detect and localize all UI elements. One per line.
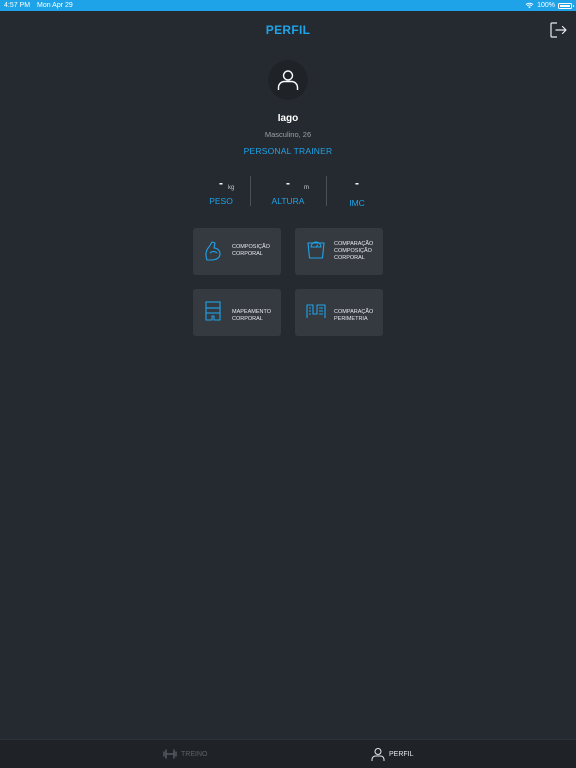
metric-label: IMC: [349, 198, 365, 208]
muscle-arm-icon: [205, 241, 221, 261]
card-composicao-corporal[interactable]: COMPOSIÇÃO CORPORAL: [193, 228, 281, 275]
status-time: 4:57 PM: [4, 2, 31, 9]
profile-role: PERSONAL TRAINER: [243, 146, 333, 156]
battery-percent: 100%: [537, 2, 555, 9]
tab-label: PERFIL: [389, 750, 414, 758]
metric-value: -: [219, 176, 223, 190]
battery-icon: [558, 2, 574, 9]
body-map-icon: [205, 301, 221, 321]
measuring-tape-icon: [306, 304, 326, 318]
metric-value: -: [286, 176, 290, 190]
card-mapeamento-corporal[interactable]: MAPEAMENTO CORPORAL: [193, 289, 281, 336]
metric-label: PESO: [209, 196, 233, 206]
status-date: Mon Apr 29: [37, 2, 73, 9]
logout-icon: [550, 22, 567, 38]
metric-label: ALTURA: [271, 196, 305, 206]
metric-unit: kg: [228, 185, 235, 191]
page-title: PERFIL: [265, 23, 311, 37]
dumbbell-icon: [163, 749, 177, 759]
card-label: COMPARAÇÃO COMPOSIÇÃO CORPORAL: [334, 241, 374, 261]
tab-label: TREINO: [181, 750, 208, 758]
card-comparacao-perimetria[interactable]: COMPARAÇÃO PERIMETRIA: [295, 289, 383, 336]
metric-peso: - kg PESO: [184, 176, 258, 206]
metric-altura: - m ALTURA: [251, 176, 325, 206]
metric-value: -: [355, 176, 359, 190]
scale-icon: [307, 241, 325, 259]
status-right: 100%: [525, 0, 574, 11]
profile-name: Iago: [277, 113, 299, 124]
card-label: MAPEAMENTO CORPORAL: [232, 309, 272, 322]
status-bar: 4:57 PM Mon Apr 29 100%: [0, 0, 576, 11]
card-label: COMPOSIÇÃO CORPORAL: [232, 244, 270, 257]
card-comparacao-composicao[interactable]: COMPARAÇÃO COMPOSIÇÃO CORPORAL: [295, 228, 383, 275]
metric-imc: - IMC: [320, 176, 394, 208]
card-label: COMPARAÇÃO PERIMETRIA: [334, 309, 374, 322]
metric-unit: m: [304, 185, 309, 191]
tab-bar: TREINO PERFIL: [0, 739, 576, 768]
logout-button[interactable]: [548, 20, 568, 40]
user-icon: [277, 70, 299, 90]
user-icon: [371, 747, 385, 761]
profile-details: Masculino, 26: [264, 130, 312, 139]
avatar[interactable]: [268, 60, 308, 100]
tab-perfil[interactable]: PERFIL: [371, 740, 414, 768]
wifi-icon: [525, 2, 534, 9]
tab-treino[interactable]: TREINO: [163, 740, 207, 768]
